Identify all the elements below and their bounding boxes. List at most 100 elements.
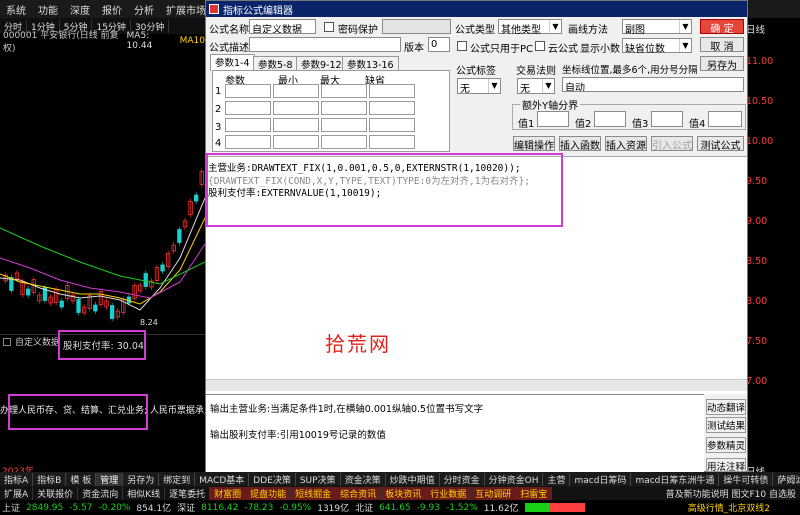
param-cell[interactable]	[321, 135, 367, 149]
indicator-tab[interactable]: 分时资金	[440, 472, 485, 486]
indicator-tab[interactable]: 主营	[543, 472, 571, 486]
menu-system[interactable]: 系统	[0, 2, 32, 17]
feature-tab[interactable]: 逐笔委托	[165, 486, 211, 500]
param-cell[interactable]	[225, 135, 271, 149]
param-cell[interactable]	[369, 135, 415, 149]
feature-tab[interactable]: 资金流向	[78, 486, 124, 500]
param-cell[interactable]	[273, 101, 319, 115]
pc-only-checkbox[interactable]	[457, 41, 467, 51]
indicator-tab[interactable]: 炒跌中期值	[386, 472, 440, 486]
test-result-button[interactable]: 测试结果	[706, 417, 746, 433]
cancel-button[interactable]: 取 消	[700, 37, 744, 53]
import-formula-button[interactable]: 引入公式	[651, 136, 693, 152]
cloud-checkbox[interactable]	[535, 41, 545, 51]
indicator-tab[interactable]: 绑定到	[159, 472, 196, 486]
param-cell[interactable]	[225, 118, 271, 132]
param-wizard-button[interactable]: 参数精灵	[706, 437, 746, 453]
insert-function-button[interactable]: 插入函数	[559, 136, 601, 152]
formula-tag-label: 公式标签	[456, 66, 496, 77]
feature-tab[interactable]: 综合资讯	[336, 486, 382, 500]
draw-method-select[interactable]: 副图 ▼	[622, 19, 692, 36]
indicator-tab[interactable]: 萨姆滤网服务	[773, 473, 800, 486]
test-formula-button[interactable]: 测试公式	[697, 136, 744, 152]
insert-resource-button[interactable]: 插入资源	[605, 136, 647, 152]
feature-tab[interactable]: 板块资讯	[381, 486, 427, 500]
feature-tab[interactable]: 关联报价	[33, 486, 79, 500]
decimals-select[interactable]: 缺省位数 ▼	[622, 38, 692, 55]
editor-scrollbar[interactable]	[206, 379, 747, 391]
password-checkbox[interactable]	[324, 22, 334, 32]
feature-tab[interactable]: 扫雷宝	[516, 486, 553, 500]
param-cell[interactable]	[369, 84, 415, 98]
formula-desc-input[interactable]	[249, 37, 401, 52]
tab-params-5-8[interactable]: 参数5-8	[253, 56, 298, 71]
formula-type-select[interactable]: 其他类型 ▼	[498, 19, 562, 36]
feature-tab[interactable]: 财富圈	[210, 486, 247, 500]
ok-button[interactable]: 确 定	[700, 19, 744, 35]
param-cell[interactable]	[225, 101, 271, 115]
param-row-label: 3	[215, 122, 222, 133]
feature-tab[interactable]: 短线掘金	[291, 486, 337, 500]
param-cell[interactable]	[321, 101, 367, 115]
password-input[interactable]	[382, 19, 451, 34]
feature-tab[interactable]: 行业数据	[426, 486, 472, 500]
feature-tab[interactable]: 扩展A	[0, 486, 34, 500]
coord-line-input[interactable]: 自动	[562, 77, 744, 92]
param-cell[interactable]	[321, 118, 367, 132]
app-icon	[209, 4, 219, 14]
formula-tag-select[interactable]: 无 ▼	[457, 78, 501, 95]
formula-name-input[interactable]: 自定义数据	[249, 19, 316, 34]
param-cell[interactable]	[273, 118, 319, 132]
value4-input[interactable]	[708, 111, 742, 127]
indicator-toggle-icon[interactable]	[3, 337, 11, 346]
bz-amount: 11.62亿	[483, 504, 519, 514]
param-cell[interactable]	[273, 135, 319, 149]
feature-hint[interactable]: 普及新功能说明 图文F10 自选股	[666, 487, 800, 500]
indicator-tab[interactable]: 模 板	[66, 472, 97, 486]
feature-tab[interactable]: 互动调研	[471, 486, 517, 500]
indicator-tab[interactable]: 管理	[96, 472, 124, 486]
indicator-tab[interactable]: macd日筹东洲牛通	[631, 472, 720, 486]
indicator-tab[interactable]: 资金决策	[341, 472, 386, 486]
indicator-tab[interactable]: SUP决策	[296, 472, 341, 486]
formula-desc-label: 公式描述	[209, 43, 249, 54]
feature-tab[interactable]: 相似K线	[123, 486, 166, 500]
value2-input[interactable]	[594, 111, 626, 127]
dialog-titlebar[interactable]: 指标公式编辑器	[206, 1, 747, 17]
menu-depth[interactable]: 深度	[64, 2, 96, 17]
indicator-tab[interactable]: macd日筹码	[570, 472, 632, 486]
quote-server[interactable]: 高级行情_北京双线2	[688, 501, 800, 514]
indicator-tab[interactable]: 指标A	[0, 472, 34, 486]
kline-chart[interactable]: 8.24	[0, 48, 205, 334]
bz-index: 641.65	[379, 502, 411, 513]
value1-input[interactable]	[537, 111, 569, 127]
tab-params-9-12[interactable]: 参数9-12	[296, 56, 347, 71]
formula-name-label: 公式名称	[209, 25, 249, 36]
param-cell[interactable]	[369, 101, 415, 115]
param-cell[interactable]	[369, 118, 415, 132]
menu-quote[interactable]: 报价	[96, 2, 128, 17]
indicator-tab[interactable]: 另存为	[123, 472, 160, 486]
feature-tab[interactable]: 提盘功能	[246, 486, 292, 500]
indicator-tab[interactable]: MACD基本	[195, 472, 250, 486]
menu-analysis[interactable]: 分析	[128, 2, 160, 17]
indicator-tab[interactable]: 指标B	[33, 472, 67, 486]
sh-amount: 854.1亿	[136, 504, 172, 514]
save-as-button[interactable]: 另存为	[700, 56, 744, 72]
trade-rule-select[interactable]: 无 ▼	[517, 78, 555, 95]
version-input[interactable]: 0	[428, 37, 450, 52]
usage-notes-button[interactable]: 用法注释	[706, 458, 746, 472]
param-cell[interactable]	[321, 84, 367, 98]
indicator-tab[interactable]: 分钟资金OH	[485, 472, 544, 486]
tab-params-1-4[interactable]: 参数1-4	[210, 54, 255, 71]
edit-ops-button[interactable]: 编辑操作	[513, 136, 555, 152]
value3-input[interactable]	[651, 111, 683, 127]
menu-function[interactable]: 功能	[32, 2, 64, 17]
param-cell[interactable]	[273, 84, 319, 98]
dynamic-translate-button[interactable]: 动态翻译	[706, 399, 746, 415]
tab-params-13-16[interactable]: 参数13-16	[342, 56, 399, 71]
param-cell[interactable]	[225, 84, 271, 98]
indicator-tab[interactable]: DDE决策	[249, 472, 296, 486]
indicator-tab[interactable]: 操牛可转债	[719, 472, 774, 486]
value1-label: 值1	[518, 119, 535, 130]
